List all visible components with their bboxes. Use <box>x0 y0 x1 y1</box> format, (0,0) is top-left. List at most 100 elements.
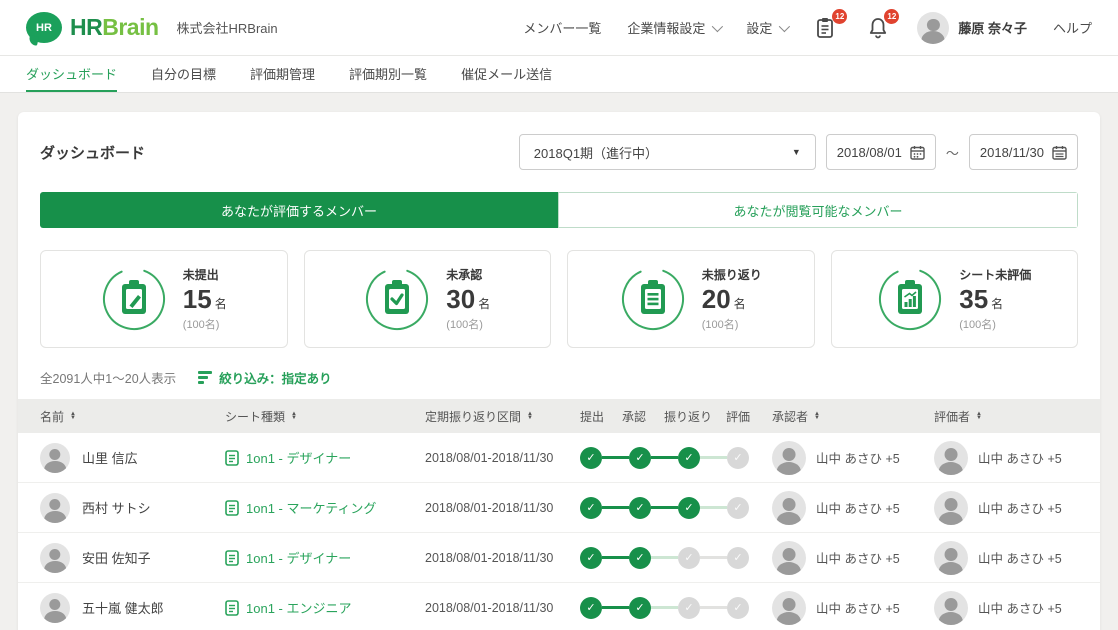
column-header-evaluator[interactable]: 評価者 ▲▼ <box>934 408 1100 425</box>
nav-settings[interactable]: 設定 <box>746 18 787 37</box>
user-avatar <box>917 12 949 44</box>
progress-steps <box>580 497 772 519</box>
stat-value: 20 <box>702 284 731 315</box>
tab-dashboard[interactable]: ダッシュボード <box>26 56 117 92</box>
stat-label: 未振り返り <box>702 266 762 283</box>
step-reflect <box>678 597 700 619</box>
tab-evaluation-period-list[interactable]: 評価期別一覧 <box>349 56 427 92</box>
date-from-input[interactable]: 2018/08/01 <box>826 134 936 170</box>
step-evaluate <box>727 447 749 469</box>
evaluator-cell[interactable]: 山中 あさひ +5 <box>934 491 1100 525</box>
stat-label: 未提出 <box>183 266 227 283</box>
column-header-name[interactable]: 名前 ▲▼ <box>40 408 225 425</box>
notifications-button[interactable]: 12 <box>865 15 891 41</box>
approver-avatar <box>772 491 806 525</box>
stat-card-not-submitted[interactable]: 未提出 15 名 (100名) <box>40 250 288 348</box>
step-evaluate <box>727 497 749 519</box>
date-range-separator: ～ <box>946 143 959 162</box>
tab-reminder-mail[interactable]: 催促メール送信 <box>461 56 552 92</box>
step-submit <box>580 447 602 469</box>
stat-value: 35 <box>959 284 988 315</box>
period-cell: 2018/08/01-2018/11/30 <box>425 551 580 565</box>
step-approve <box>629 547 651 569</box>
member-avatar <box>40 493 70 523</box>
stat-value: 15 <box>183 284 212 315</box>
sheet-link[interactable]: 1on1 - エンジニア <box>225 598 425 617</box>
step-reflect <box>678 497 700 519</box>
calendar-icon <box>910 145 925 160</box>
approver-avatar <box>772 541 806 575</box>
step-approve <box>629 497 651 519</box>
column-header-period[interactable]: 定期振り返り区間 ▲▼ <box>425 408 580 425</box>
logo[interactable]: HR HRBrain 株式会社HRBrain <box>26 12 278 43</box>
table-row[interactable]: 山里 信広 1on1 - デザイナー 2018/08/01-2018/11/30 <box>18 433 1100 483</box>
approver-avatar <box>772 591 806 625</box>
user-name: 藤原 奈々子 <box>958 18 1027 37</box>
list-summary: 全2091人中1～20人表示 <box>40 368 176 387</box>
user-menu[interactable]: 藤原 奈々子 <box>917 12 1027 44</box>
step-approve <box>629 447 651 469</box>
help-link[interactable]: ヘルプ <box>1053 18 1092 37</box>
clipboard-list-icon <box>620 266 686 332</box>
progress-steps <box>580 547 772 569</box>
approver-cell[interactable]: 山中 あさひ +5 <box>772 541 934 575</box>
progress-steps <box>580 447 772 469</box>
company-name: 株式会社HRBrain <box>177 18 278 37</box>
table-row[interactable]: 五十嵐 健太郎 1on1 - エンジニア 2018/08/01-2018/11/… <box>18 583 1100 630</box>
filter-icon <box>198 371 212 384</box>
approver-avatar <box>772 441 806 475</box>
brand-text: HRBrain <box>70 14 159 41</box>
member-scope-tabs: あなたが評価するメンバー あなたが閲覧可能なメンバー <box>40 192 1078 228</box>
progress-steps <box>580 597 772 619</box>
nav-company-settings[interactable]: 企業情報設定 <box>627 18 720 37</box>
sort-icon: ▲▼ <box>527 412 533 420</box>
notifications-badge: 12 <box>884 9 899 24</box>
step-submit <box>580 597 602 619</box>
sheet-link[interactable]: 1on1 - デザイナー <box>225 448 425 467</box>
stat-card-sheet-not-evaluated[interactable]: シート未評価 35 名 (100名) <box>831 250 1079 348</box>
table-header: 名前 ▲▼ シート種類 ▲▼ 定期振り返り区間 ▲▼ 提出 承認 振り返り 評価… <box>18 399 1100 433</box>
dashboard-card: ダッシュボード 2018Q1期（進行中） ▼ 2018/08/01 <box>18 112 1100 630</box>
sheet-icon <box>225 550 239 566</box>
chevron-down-icon <box>712 20 723 31</box>
evaluator-cell[interactable]: 山中 あさひ +5 <box>934 591 1100 625</box>
sheet-link[interactable]: 1on1 - デザイナー <box>225 548 425 567</box>
tasks-button[interactable]: 12 <box>813 15 839 41</box>
member-name-cell: 安田 佐知子 <box>40 543 225 573</box>
column-header-approver[interactable]: 承認者 ▲▼ <box>772 408 934 425</box>
stat-total: (100名) <box>446 316 490 332</box>
table-row[interactable]: 西村 サトシ 1on1 - マーケティング 2018/08/01-2018/11… <box>18 483 1100 533</box>
stat-label: シート未評価 <box>959 266 1031 283</box>
tab-my-goals[interactable]: 自分の目標 <box>151 56 216 92</box>
hrbrain-logo-icon: HR <box>26 12 62 43</box>
step-evaluate <box>727 547 749 569</box>
chevron-down-icon <box>779 20 790 31</box>
step-evaluate <box>727 597 749 619</box>
clipboard-pencil-icon <box>101 266 167 332</box>
nav-member-list[interactable]: メンバー一覧 <box>523 18 601 37</box>
stat-card-no-reflection[interactable]: 未振り返り 20 名 (100名) <box>567 250 815 348</box>
member-avatar <box>40 543 70 573</box>
column-header-steps: 提出 承認 振り返り 評価 <box>580 408 772 425</box>
column-header-sheet-type[interactable]: シート種類 ▲▼ <box>225 408 425 425</box>
tab-members-you-can-view[interactable]: あなたが閲覧可能なメンバー <box>558 192 1078 228</box>
sheet-link[interactable]: 1on1 - マーケティング <box>225 498 425 517</box>
approver-cell[interactable]: 山中 あさひ +5 <box>772 591 934 625</box>
member-name-cell: 西村 サトシ <box>40 493 225 523</box>
table-row[interactable]: 安田 佐知子 1on1 - デザイナー 2018/08/01-2018/11/3… <box>18 533 1100 583</box>
evaluator-cell[interactable]: 山中 あさひ +5 <box>934 541 1100 575</box>
stat-total: (100名) <box>959 316 1031 332</box>
evaluator-cell[interactable]: 山中 あさひ +5 <box>934 441 1100 475</box>
approver-cell[interactable]: 山中 あさひ +5 <box>772 491 934 525</box>
stat-card-not-approved[interactable]: 未承認 30 名 (100名) <box>304 250 552 348</box>
top-header: HR HRBrain 株式会社HRBrain メンバー一覧 企業情報設定 設定 <box>0 0 1118 56</box>
approver-cell[interactable]: 山中 あさひ +5 <box>772 441 934 475</box>
period-select[interactable]: 2018Q1期（進行中） ▼ <box>519 134 816 170</box>
evaluator-avatar <box>934 541 968 575</box>
evaluator-avatar <box>934 491 968 525</box>
step-approve <box>629 597 651 619</box>
date-to-input[interactable]: 2018/11/30 <box>969 134 1078 170</box>
filter-link[interactable]: 絞り込み：指定あり <box>198 368 332 387</box>
tab-evaluation-period-management[interactable]: 評価期管理 <box>250 56 315 92</box>
tab-members-you-evaluate[interactable]: あなたが評価するメンバー <box>40 192 558 228</box>
